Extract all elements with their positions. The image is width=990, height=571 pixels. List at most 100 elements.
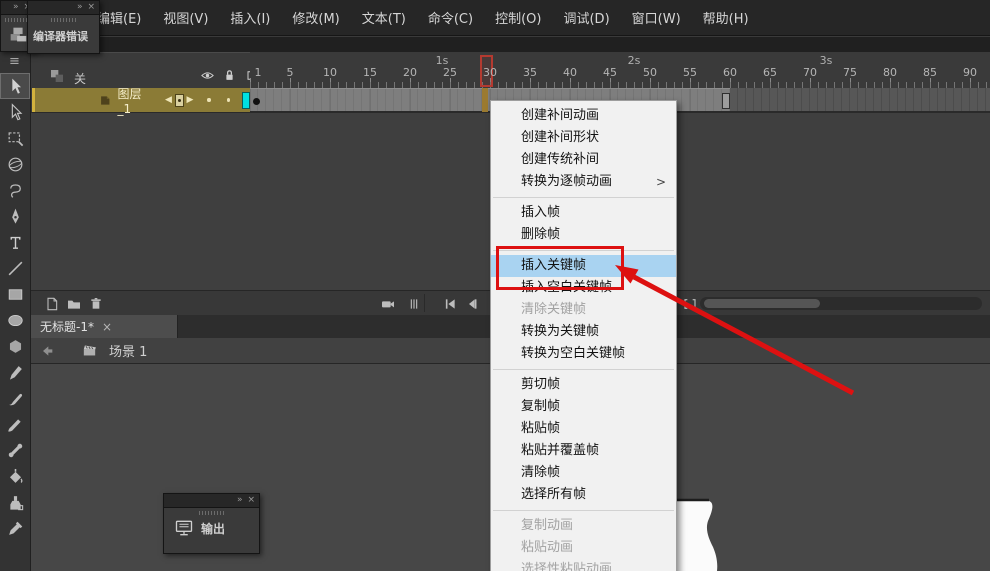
- compiler-errors-label[interactable]: 编译器错误: [28, 24, 99, 48]
- flash-application-window: 编辑(E) 视图(V) 插入(I) 修改(M) 文本(T) 命令(C) 控制(O) 调试(D)…: [0, 0, 990, 571]
- frame-number: 50: [643, 66, 657, 79]
- keyframe-dot[interactable]: [253, 98, 260, 105]
- output-panel[interactable]: » × 输出: [163, 493, 260, 554]
- menubar-item[interactable]: 文本(T): [353, 4, 415, 31]
- line-tool[interactable]: [0, 255, 30, 281]
- go-to-first-frame-button[interactable]: [440, 294, 460, 313]
- lock-icon[interactable]: [222, 68, 237, 83]
- drag-grip-icon[interactable]: [198, 511, 225, 515]
- text-tool[interactable]: [0, 229, 30, 255]
- close-icon[interactable]: ×: [247, 496, 255, 505]
- context-menu-item: 粘贴动画: [521, 540, 574, 555]
- subselection-tool[interactable]: [0, 99, 30, 125]
- context-menu-item[interactable]: 创建补间动画: [491, 105, 676, 127]
- context-menu-item[interactable]: 复制帧: [491, 396, 676, 418]
- menu-separator: [493, 197, 674, 198]
- timeline-horizontal-scrollbar[interactable]: [700, 297, 982, 310]
- context-menu-item[interactable]: 选择所有帧: [491, 484, 676, 506]
- collapse-icon[interactable]: »: [77, 3, 83, 12]
- context-menu-item[interactable]: 转换为空白关键帧: [491, 343, 676, 365]
- free-transform-tool[interactable]: [0, 125, 30, 151]
- oval-tool[interactable]: [0, 307, 30, 333]
- context-menu-item[interactable]: 粘贴帧: [491, 418, 676, 440]
- back-arrow-icon[interactable]: [38, 343, 56, 359]
- bone-tool[interactable]: [0, 437, 30, 463]
- prev-keyframe-icon[interactable]: ◀: [165, 95, 172, 105]
- collapse-icon[interactable]: »: [237, 496, 243, 505]
- timeline-ruler[interactable]: 1 5 10 15 20 25 30 35 40 45 50 55 60 65 70 75 80 85 90 1s 2s…: [250, 52, 990, 89]
- paint-brush-tool[interactable]: [0, 411, 30, 437]
- menubar-item[interactable]: 插入(I): [221, 4, 279, 31]
- menubar-item[interactable]: 调试(D): [554, 4, 618, 31]
- context-menu-item[interactable]: 清除帧: [491, 462, 676, 484]
- panel-header: » ×: [164, 494, 259, 508]
- new-folder-button[interactable]: [64, 294, 84, 313]
- layer-name[interactable]: 图层_1: [118, 85, 149, 116]
- brush-tool[interactable]: [0, 385, 30, 411]
- context-menu-item[interactable]: 剪切帧: [491, 374, 676, 396]
- drag-grip-icon[interactable]: [50, 18, 77, 22]
- context-menu-item[interactable]: 粘贴并覆盖帧: [491, 440, 676, 462]
- polystar-tool[interactable]: [0, 333, 30, 359]
- context-menu-item[interactable]: 插入帧: [491, 202, 676, 224]
- insert-keyframe-icon[interactable]: [174, 93, 184, 107]
- next-keyframe-icon[interactable]: ▶: [187, 95, 194, 105]
- time-label: 3s: [819, 54, 833, 67]
- frame-number: 35: [523, 66, 537, 79]
- eyedropper-tool[interactable]: [0, 515, 30, 541]
- eye-icon[interactable]: [200, 68, 215, 83]
- paint-bucket-tool[interactable]: [0, 463, 30, 489]
- scene-breadcrumb[interactable]: 场景 1: [109, 341, 147, 360]
- camera-button[interactable]: [378, 294, 398, 313]
- time-label: 2s: [627, 54, 641, 67]
- frame-number: 90: [963, 66, 977, 79]
- menubar-item[interactable]: 帮助(H): [694, 4, 758, 31]
- layer-row[interactable]: 图层_1 ◀ ▶: [32, 87, 250, 116]
- menubar-item[interactable]: 控制(O): [486, 4, 550, 31]
- layer-panes-button[interactable]: [404, 294, 424, 313]
- context-menu-item[interactable]: 转换为逐帧动画 >: [491, 171, 676, 193]
- menubar-item[interactable]: 修改(M): [283, 4, 348, 31]
- lasso-tool[interactable]: [0, 177, 30, 203]
- document-tab[interactable]: 无标题-1* ×: [30, 315, 178, 338]
- timeline-panel-icon: [51, 70, 63, 82]
- rectangle-tool[interactable]: [0, 281, 30, 307]
- submenu-arrow-icon: >: [655, 175, 666, 189]
- layer-outline-color-swatch[interactable]: [242, 91, 250, 109]
- context-menu-item[interactable]: 转换为关键帧: [491, 321, 676, 343]
- step-back-button[interactable]: [462, 294, 482, 313]
- 3d-rotation-tool[interactable]: [0, 151, 30, 177]
- close-icon[interactable]: ×: [87, 3, 95, 12]
- playhead-line[interactable]: [482, 88, 488, 112]
- delete-layer-button[interactable]: [86, 294, 106, 313]
- ink-bottle-tool[interactable]: [0, 489, 30, 515]
- panel-menu-icon[interactable]: ≡: [0, 52, 30, 73]
- new-layer-button[interactable]: [42, 294, 62, 313]
- frame-number: 85: [923, 66, 937, 79]
- context-menu-item: 复制动画: [521, 518, 574, 533]
- pencil-tool[interactable]: [0, 359, 30, 385]
- frame-number: 10: [323, 66, 337, 79]
- context-menu-item[interactable]: 创建补间形状: [491, 127, 676, 149]
- tab-close-icon[interactable]: ×: [102, 320, 112, 334]
- menubar-item[interactable]: 视图(V): [154, 4, 217, 31]
- pen-tool[interactable]: [0, 203, 30, 229]
- context-menu-item[interactable]: 删除帧: [491, 224, 676, 246]
- compiler-errors-icon[interactable]: [7, 24, 29, 46]
- frame-number: 15: [363, 66, 377, 79]
- frame-number: 5: [286, 66, 294, 79]
- layer-visibility-dot[interactable]: [207, 98, 211, 102]
- menubar-item[interactable]: 窗口(W): [623, 4, 690, 31]
- scrollbar-thumb[interactable]: [704, 299, 820, 308]
- context-menu-item[interactable]: 创建传统补间: [491, 149, 676, 171]
- output-panel-label[interactable]: 输出: [201, 520, 225, 537]
- end-frame-marker[interactable]: [722, 93, 730, 109]
- layer-lock-dot[interactable]: [226, 98, 231, 102]
- clapperboard-icon: [83, 345, 96, 356]
- compiler-errors-panel[interactable]: » × 编译器错误: [27, 0, 100, 54]
- collapse-icon[interactable]: »: [13, 3, 19, 12]
- modify-markers-button[interactable]: [680, 294, 700, 313]
- stage-shape[interactable]: [676, 496, 728, 571]
- menubar-item[interactable]: 命令(C): [419, 4, 482, 31]
- selection-tool[interactable]: [0, 73, 30, 99]
